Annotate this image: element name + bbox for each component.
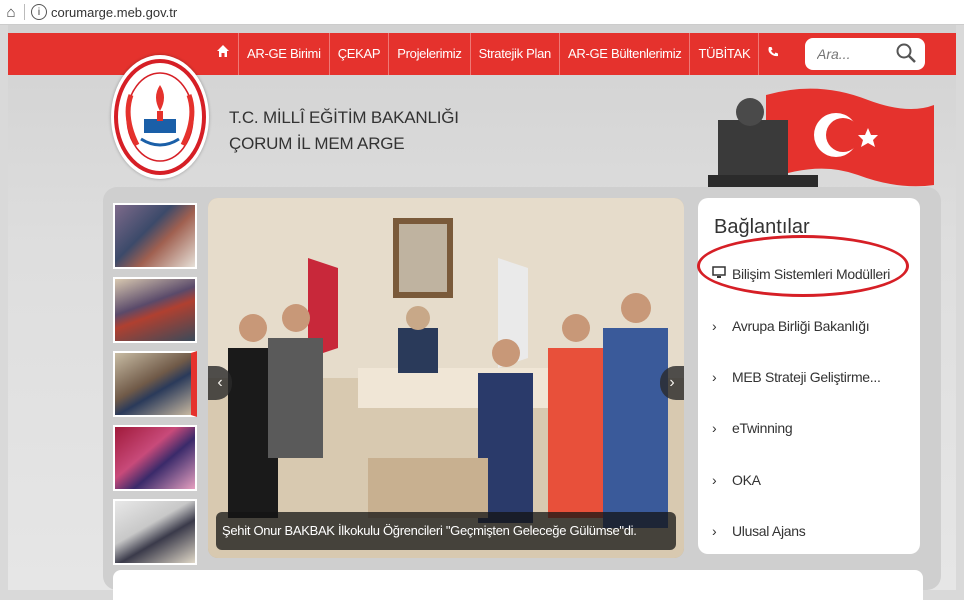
link-etwinning[interactable]: › eTwinning <box>712 420 793 436</box>
url-text[interactable]: corumarge.meb.gov.tr <box>51 5 177 20</box>
link-meb-strateji[interactable]: › MEB Strateji Geliştirme... <box>712 369 881 385</box>
info-icon[interactable]: i <box>31 4 47 20</box>
slider-next-button[interactable]: › <box>660 366 684 400</box>
image-slider[interactable]: ‹ › Şehit Onur BAKBAK İlkokulu Öğrencile… <box>208 198 684 558</box>
link-ulusal-ajans[interactable]: › Ulusal Ajans <box>712 523 806 539</box>
link-avrupa-birligi[interactable]: › Avrupa Birliği Bakanlığı <box>712 318 870 334</box>
slide-photo <box>208 198 684 558</box>
org-line-1: T.C. MİLLÎ EĞİTİM BAKANLIĞI <box>229 108 459 127</box>
phone-icon <box>768 47 779 57</box>
link-label[interactable]: OKA <box>732 472 761 488</box>
nav-cekap[interactable]: ÇEKAP <box>328 33 389 75</box>
organization-title: T.C. MİLLÎ EĞİTİM BAKANLIĞI ÇORUM İL MEM… <box>229 105 459 157</box>
home-icon <box>217 45 229 57</box>
ministry-emblem <box>114 59 206 175</box>
highlight-annotation-oval <box>697 235 909 297</box>
chevron-right-icon: › <box>712 472 717 488</box>
content-panel <box>113 570 923 600</box>
ministry-logo[interactable] <box>111 55 209 179</box>
nav-stratejik-plan[interactable]: Stratejik Plan <box>469 33 559 75</box>
slider-thumbnail[interactable] <box>113 277 197 343</box>
nav-contact[interactable] <box>758 33 787 75</box>
slider-thumbnail[interactable] <box>113 203 197 269</box>
home-icon[interactable]: ⌂ <box>0 4 22 21</box>
slider-thumbnail[interactable] <box>113 499 197 565</box>
slider-thumbnail-active[interactable] <box>113 351 197 417</box>
chevron-right-icon: › <box>712 523 717 539</box>
nav-tubitak[interactable]: TÜBİTAK <box>689 33 758 75</box>
link-oka[interactable]: › OKA <box>712 472 761 488</box>
ataturk-flag-illustration <box>708 88 934 190</box>
slide-caption[interactable]: Şehit Onur BAKBAK İlkokulu Öğrencileri "… <box>216 512 676 550</box>
link-label[interactable]: Ulusal Ajans <box>732 523 806 539</box>
search-icon[interactable] <box>895 42 917 64</box>
divider <box>24 4 25 20</box>
link-label[interactable]: Avrupa Birliği Bakanlığı <box>732 318 870 334</box>
search-input[interactable] <box>815 45 899 63</box>
nav-home[interactable] <box>208 33 238 75</box>
nav-arge-bultenlerimiz[interactable]: AR-GE Bültenlerimiz <box>558 33 690 75</box>
org-line-2: ÇORUM İL MEM ARGE <box>229 134 405 153</box>
search-box[interactable] <box>805 38 925 70</box>
chevron-right-icon: › <box>712 420 717 436</box>
chevron-right-icon: › <box>712 318 717 334</box>
chevron-right-icon: › <box>712 369 717 385</box>
page: AR-GE Birimi ÇEKAP Projelerimiz Strateji… <box>8 25 956 600</box>
thumbnail-strip <box>113 203 197 573</box>
link-label[interactable]: eTwinning <box>732 420 793 436</box>
link-label[interactable]: MEB Strateji Geliştirme... <box>732 369 881 385</box>
nav-arge-birimi[interactable]: AR-GE Birimi <box>238 33 329 75</box>
address-bar[interactable]: ⌂ i corumarge.meb.gov.tr <box>0 0 964 25</box>
nav-projelerimiz[interactable]: Projelerimiz <box>388 33 469 75</box>
slider-thumbnail[interactable] <box>113 425 197 491</box>
